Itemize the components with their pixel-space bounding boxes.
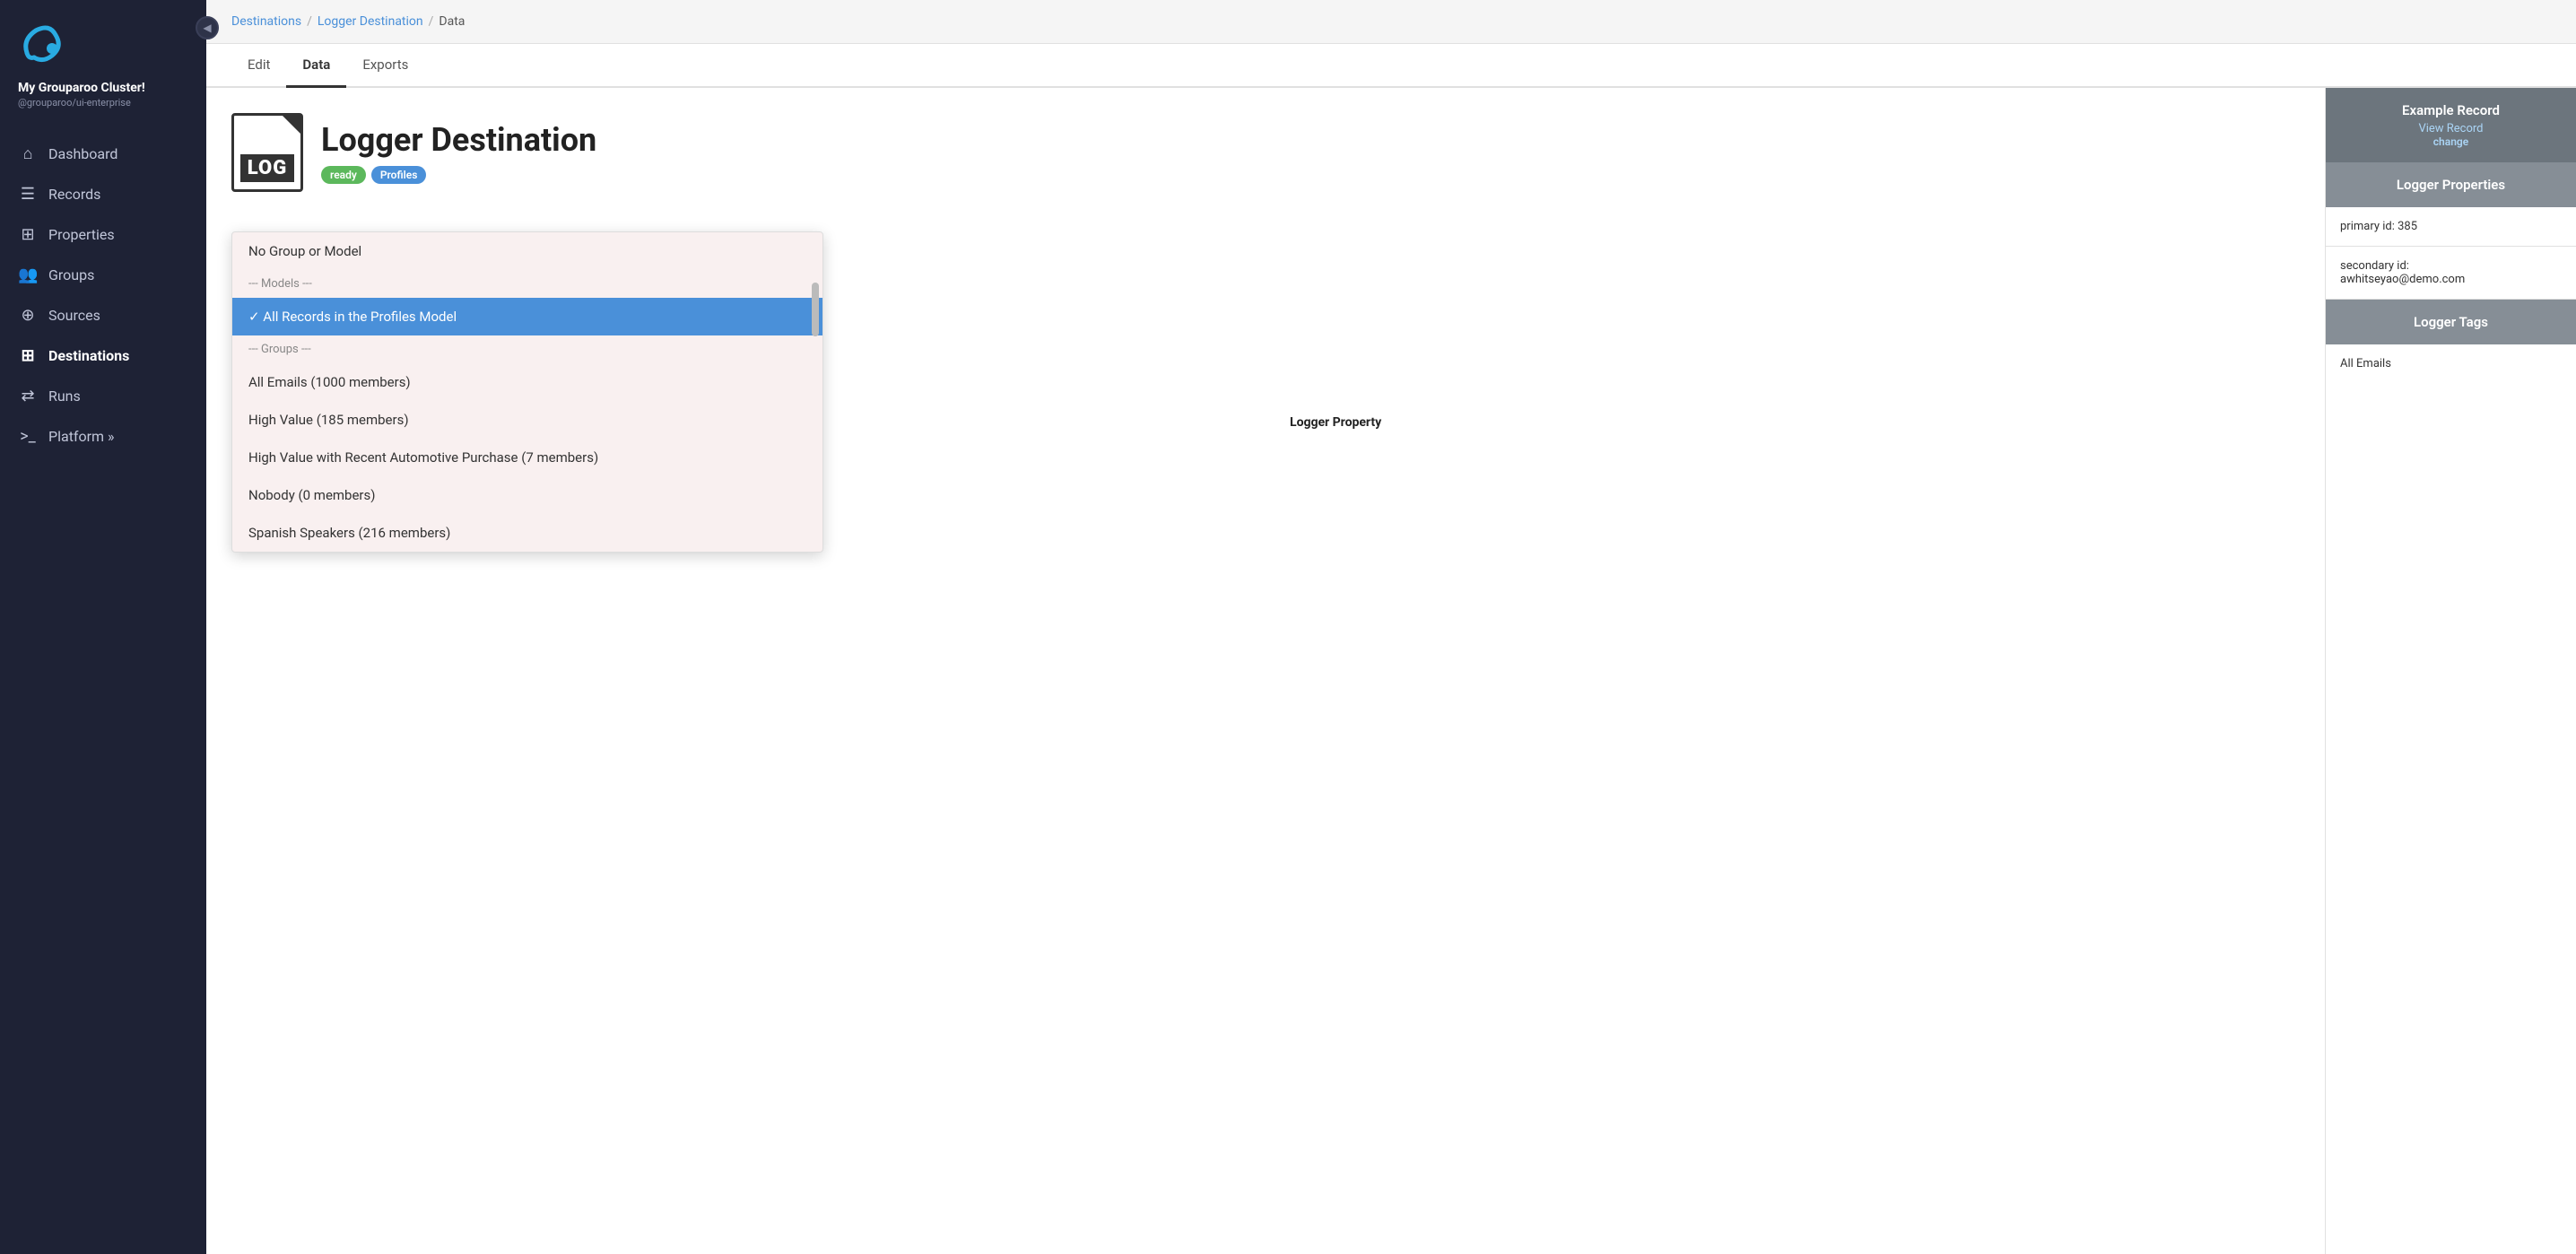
dropdown-no-group[interactable]: No Group or Model (232, 232, 822, 270)
primary-id-label: primary id: (2340, 220, 2395, 233)
platform-icon: >_ (18, 427, 38, 446)
destinations-icon: ⊞ (18, 346, 38, 365)
logger-tags-section: Logger Tags (2326, 300, 2576, 344)
sidebar: ◀ My Grouparoo Cluster! @grouparoo/ui-en… (0, 0, 206, 1254)
sidebar-item-properties[interactable]: ⊞ Properties (0, 214, 206, 255)
tags-value: All Emails (2326, 344, 2576, 383)
cluster-name: My Grouparoo Cluster! (18, 81, 188, 95)
right-panel: Example Record View Record change Logger… (2325, 88, 2576, 1254)
secondary-id-data: secondary id: awhitseyao@demo.com (2326, 247, 2576, 300)
sidebar-cluster-info: My Grouparoo Cluster! @grouparoo/ui-ente… (0, 81, 206, 126)
sidebar-label-runs: Runs (48, 388, 81, 405)
sidebar-label-platform: Platform » (48, 428, 115, 445)
dropdown-all-emails[interactable]: All Emails (1000 members) (232, 363, 822, 401)
cluster-sub: @grouparoo/ui-enterprise (18, 97, 188, 109)
sidebar-label-destinations: Destinations (48, 347, 129, 364)
tab-edit[interactable]: Edit (231, 44, 286, 88)
content-area: LOG Logger Destination ready Profiles No… (206, 88, 2576, 1254)
sidebar-label-properties: Properties (48, 226, 115, 243)
tab-data[interactable]: Data (286, 44, 346, 88)
sidebar-item-platform[interactable]: >_ Platform » (0, 416, 206, 457)
destination-badges: ready Profiles (321, 166, 596, 184)
sources-icon: ⊕ (18, 306, 38, 325)
example-record-title: Example Record (2342, 102, 2560, 118)
breadcrumb-sep-2: / (429, 14, 434, 29)
tab-exports[interactable]: Exports (346, 44, 424, 88)
badge-profiles: Profiles (371, 166, 427, 184)
content-main: LOG Logger Destination ready Profiles No… (206, 88, 2325, 1254)
sidebar-item-destinations[interactable]: ⊞ Destinations (0, 335, 206, 376)
badge-ready: ready (321, 166, 366, 184)
breadcrumb-sep-1: / (307, 14, 312, 29)
grouparoo-logo-icon (18, 22, 63, 66)
breadcrumb-logger-destination[interactable]: Logger Destination (318, 14, 423, 29)
dropdown-groups-header: --- Groups --- (232, 335, 822, 363)
secondary-id-value: awhitseyao@demo.com (2340, 273, 2562, 286)
secondary-id-label: secondary id: (2340, 259, 2562, 273)
sidebar-item-records[interactable]: ☰ Records (0, 174, 206, 214)
home-icon: ⌂ (18, 144, 38, 163)
dropdown-spanish-speakers[interactable]: Spanish Speakers (216 members) (232, 514, 822, 552)
sidebar-label-sources: Sources (48, 307, 100, 324)
sidebar-item-sources[interactable]: ⊕ Sources (0, 295, 206, 335)
logger-tags-title: Logger Tags (2342, 314, 2560, 330)
breadcrumb: Destinations / Logger Destination / Data (206, 0, 2576, 44)
sidebar-item-groups[interactable]: 👥 Groups (0, 255, 206, 295)
dropdown-nobody[interactable]: Nobody (0 members) (232, 476, 822, 514)
log-file-icon: LOG (231, 113, 303, 192)
breadcrumb-destinations[interactable]: Destinations (231, 14, 301, 29)
col-logger: Logger Property (1290, 415, 2300, 430)
sidebar-label-groups: Groups (48, 266, 94, 283)
groups-icon: 👥 (18, 266, 38, 284)
dropdown-all-records[interactable]: ✓ All Records in the Profiles Model (232, 298, 822, 335)
logger-properties-title: Logger Properties (2342, 177, 2560, 193)
records-icon: ☰ (18, 185, 38, 204)
sidebar-nav: ⌂ Dashboard ☰ Records ⊞ Properties 👥 Gro… (0, 126, 206, 1254)
view-record-link[interactable]: View Record (2342, 122, 2560, 135)
dropdown-high-value[interactable]: High Value (185 members) (232, 401, 822, 439)
sidebar-label-records: Records (48, 186, 100, 203)
destination-header: LOG Logger Destination ready Profiles (231, 113, 2300, 192)
sidebar-collapse-button[interactable]: ◀ (196, 16, 219, 39)
destination-title-section: Logger Destination ready Profiles (321, 121, 596, 184)
tabs-bar: Edit Data Exports (206, 44, 2576, 88)
log-icon-text: LOG (240, 154, 294, 182)
change-link[interactable]: change (2342, 135, 2560, 148)
sidebar-item-runs[interactable]: ⇄ Runs (0, 376, 206, 416)
primary-id-data: primary id: 385 (2326, 207, 2576, 247)
main-content: Destinations / Logger Destination / Data… (206, 0, 2576, 1254)
runs-icon: ⇄ (18, 387, 38, 405)
dropdown-high-value-automotive[interactable]: High Value with Recent Automotive Purcha… (232, 439, 822, 476)
sidebar-item-dashboard[interactable]: ⌂ Dashboard (0, 134, 206, 174)
logger-properties-section: Logger Properties (2326, 162, 2576, 207)
sidebar-logo (0, 0, 206, 81)
sidebar-label-dashboard: Dashboard (48, 145, 117, 162)
breadcrumb-data: Data (439, 14, 465, 29)
primary-id-value: 385 (2398, 220, 2417, 233)
group-model-dropdown[interactable]: No Group or Model --- Models --- ✓ All R… (231, 231, 823, 553)
destination-name: Logger Destination (321, 121, 596, 159)
dropdown-scrollbar[interactable] (812, 283, 819, 336)
properties-icon: ⊞ (18, 225, 38, 244)
dropdown-models-header: --- Models --- (232, 270, 822, 298)
example-record-section: Example Record View Record change (2326, 88, 2576, 162)
